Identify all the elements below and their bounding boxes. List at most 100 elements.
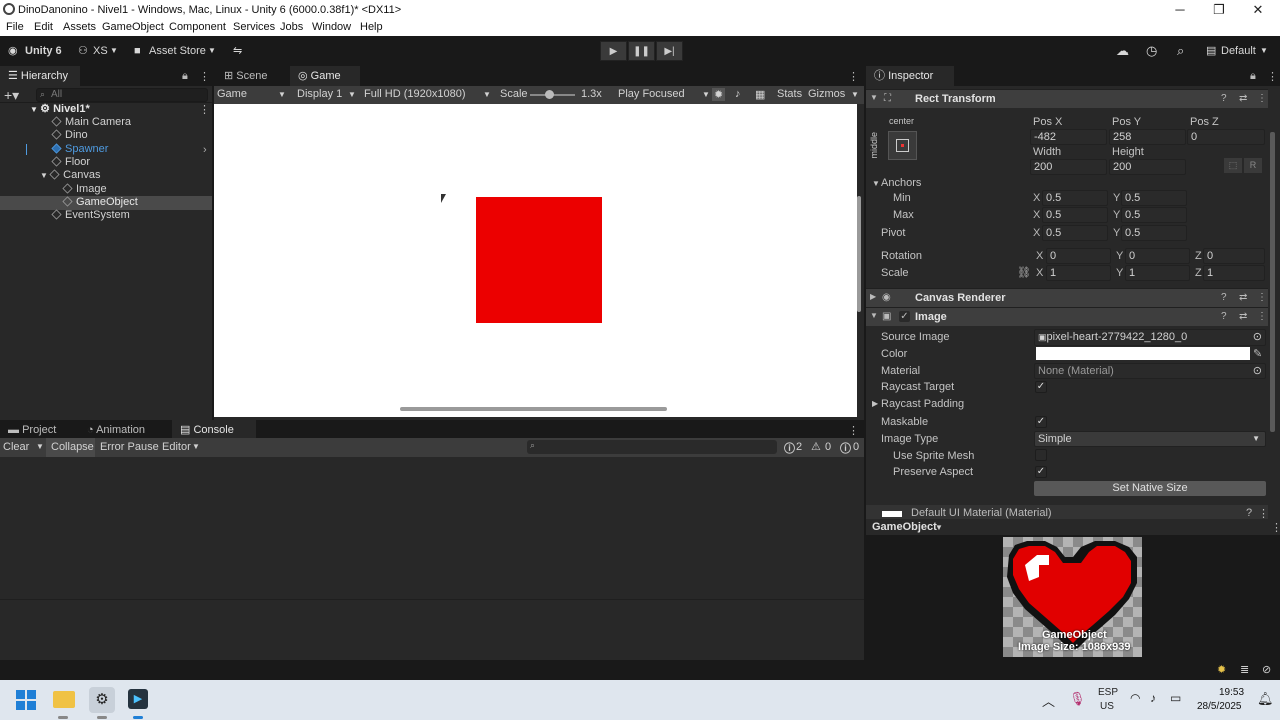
pos-x-field[interactable]: -482 bbox=[1030, 129, 1107, 145]
rotation-y-field[interactable]: 0 bbox=[1125, 248, 1190, 264]
chevron-right-icon[interactable]: › bbox=[203, 144, 207, 156]
anchor-min-x-field[interactable]: 0.5 bbox=[1042, 190, 1108, 206]
layout-dropdown[interactable]: Default bbox=[1221, 42, 1256, 60]
tab-inspector[interactable]: ⓘ Inspector bbox=[866, 66, 954, 86]
resolution-dropdown[interactable]: Full HD (1920x1080) bbox=[364, 88, 466, 100]
keyboard-layout-indicator[interactable]: US bbox=[1100, 701, 1114, 712]
chevron-up-icon[interactable]: ︿ bbox=[1042, 691, 1055, 710]
object-picker-icon[interactable]: ⊙ bbox=[1253, 364, 1262, 378]
close-button[interactable]: ✕ bbox=[1243, 2, 1273, 18]
info-count-toggle[interactable]: 2 bbox=[796, 441, 802, 453]
width-field[interactable]: 200 bbox=[1030, 159, 1107, 175]
lighting-icon[interactable]: ✹ bbox=[1217, 663, 1226, 676]
object-picker-icon[interactable]: ⊙ bbox=[1253, 330, 1262, 344]
raycast-target-checkbox[interactable]: ✓ bbox=[1035, 381, 1047, 393]
menu-gameobject[interactable]: GameObject bbox=[102, 21, 164, 33]
scale-y-field[interactable]: 1 bbox=[1125, 265, 1190, 281]
link-icon[interactable]: ⛓ bbox=[1017, 266, 1031, 279]
rotation-x-field[interactable]: 0 bbox=[1046, 248, 1111, 264]
kebab-menu-icon[interactable]: ⋮ bbox=[1257, 93, 1267, 104]
clear-button[interactable]: Clear bbox=[3, 441, 29, 453]
cache-server-icon[interactable]: ≣ bbox=[1240, 663, 1249, 676]
horizontal-scrollbar[interactable] bbox=[400, 407, 667, 411]
scale-z-field[interactable]: 1 bbox=[1203, 265, 1265, 281]
bug-icon[interactable]: ✹ bbox=[712, 88, 726, 101]
stats-button[interactable]: Stats bbox=[777, 88, 802, 100]
height-field[interactable]: 200 bbox=[1109, 159, 1186, 175]
play-focused-dropdown[interactable]: Play Focused bbox=[618, 88, 685, 100]
account-button[interactable]: XS bbox=[93, 42, 108, 60]
file-explorer-icon[interactable] bbox=[53, 691, 75, 708]
menu-edit[interactable]: Edit bbox=[34, 21, 53, 33]
game-mode-dropdown[interactable]: Game bbox=[217, 88, 247, 100]
presets-icon[interactable]: ⇄ bbox=[1239, 292, 1247, 303]
kebab-menu-icon[interactable]: ⋮ bbox=[199, 70, 210, 83]
inspector-scrollbar[interactable] bbox=[1270, 132, 1275, 432]
help-icon[interactable]: ? bbox=[1221, 93, 1227, 104]
check-circle-icon[interactable]: ⊘ bbox=[1262, 663, 1271, 676]
hierarchy-item-canvas[interactable]: ▼ Canvas bbox=[40, 169, 100, 182]
cloud-icon[interactable]: ☁ bbox=[1116, 42, 1129, 60]
use-sprite-mesh-checkbox[interactable] bbox=[1035, 449, 1047, 461]
source-image-field[interactable]: ▣pixel-heart-2779422_1280_0 ⊙ bbox=[1034, 329, 1266, 346]
rotation-z-field[interactable]: 0 bbox=[1203, 248, 1265, 264]
kebab-menu-icon[interactable]: ⋮ bbox=[1257, 311, 1267, 322]
tab-animation[interactable]: ◔ Animation bbox=[79, 420, 153, 440]
tab-console[interactable]: ▤ Console bbox=[172, 420, 256, 440]
unity-editor-taskbar-icon[interactable]: ▶ bbox=[128, 689, 148, 709]
clock-time[interactable]: 19:53 bbox=[1219, 687, 1244, 698]
tab-game[interactable]: ◎ Game bbox=[290, 66, 360, 86]
error-count-toggle[interactable]: 0 bbox=[853, 441, 859, 453]
vertical-scrollbar[interactable] bbox=[857, 196, 861, 312]
hierarchy-item-image[interactable]: Image bbox=[62, 183, 107, 196]
chevron-down-icon[interactable]: ▼ bbox=[872, 179, 880, 188]
hierarchy-item-scene[interactable]: ▼ ⚙ Nivel1* bbox=[30, 103, 90, 116]
console-splitter[interactable] bbox=[0, 599, 864, 600]
kebab-menu-icon[interactable]: ⋮ bbox=[1267, 70, 1278, 83]
pos-z-field[interactable]: 0 bbox=[1187, 129, 1265, 145]
hierarchy-search-input[interactable]: ⌕ All bbox=[36, 88, 208, 102]
menu-assets[interactable]: Assets bbox=[63, 21, 96, 33]
gizmos-button[interactable]: Gizmos bbox=[808, 88, 845, 100]
menu-component[interactable]: Component bbox=[169, 21, 226, 33]
kebab-menu-icon[interactable]: ⋮ bbox=[848, 70, 859, 83]
chevron-down-icon[interactable]: ▼ bbox=[36, 442, 44, 451]
mute-audio-icon[interactable]: ♪ bbox=[735, 88, 741, 100]
game-viewport[interactable] bbox=[214, 104, 857, 417]
play-button[interactable]: ▶ bbox=[600, 41, 627, 61]
display-dropdown[interactable]: Display 1 bbox=[297, 88, 342, 100]
anchor-max-y-field[interactable]: 0.5 bbox=[1121, 207, 1187, 223]
blueprint-mode-icon[interactable]: ⬚ bbox=[1224, 158, 1242, 173]
help-icon[interactable]: ? bbox=[1221, 311, 1227, 322]
language-indicator[interactable]: ESP bbox=[1098, 687, 1118, 698]
maximize-button[interactable]: ❐ bbox=[1204, 2, 1234, 18]
notification-bell-icon[interactable]: 🔔︎ bbox=[1257, 691, 1274, 707]
presets-icon[interactable]: ⇄ bbox=[1239, 311, 1247, 322]
hierarchy-item-main-camera[interactable]: Main Camera bbox=[51, 116, 131, 129]
pivot-y-field[interactable]: 0.5 bbox=[1121, 225, 1187, 241]
kebab-menu-icon[interactable]: ⋮ bbox=[848, 424, 859, 437]
tab-project[interactable]: ▬ Project bbox=[0, 420, 64, 440]
chevron-right-icon[interactable]: ▶ bbox=[872, 399, 878, 408]
version-control-icon[interactable]: ⇋ bbox=[233, 42, 242, 60]
hierarchy-item-dino[interactable]: Dino bbox=[51, 129, 88, 142]
minimize-button[interactable]: ─ bbox=[1165, 2, 1195, 17]
lock-icon[interactable]: 🔒︎ bbox=[1250, 70, 1256, 83]
tab-scene[interactable]: ⊞ Scene bbox=[216, 66, 275, 86]
material-field[interactable]: None (Material) ⊙ bbox=[1034, 363, 1266, 379]
raw-edit-button[interactable]: R bbox=[1244, 158, 1262, 173]
anchor-min-y-field[interactable]: 0.5 bbox=[1121, 190, 1187, 206]
menu-help[interactable]: Help bbox=[360, 21, 383, 33]
kebab-menu-icon[interactable]: ⋮ bbox=[199, 103, 210, 116]
collapse-toggle[interactable]: Collapse bbox=[46, 438, 95, 457]
keyboard-icon[interactable]: ▦ bbox=[755, 88, 765, 101]
microphone-icon[interactable]: 🎙︎ bbox=[1069, 691, 1086, 707]
presets-icon[interactable]: ⇄ bbox=[1239, 93, 1247, 104]
windows-start-icon[interactable] bbox=[16, 690, 36, 710]
asset-store-button[interactable]: Asset Store bbox=[149, 42, 206, 60]
anchor-preset-button[interactable] bbox=[888, 131, 917, 160]
anchor-max-x-field[interactable]: 0.5 bbox=[1042, 207, 1108, 223]
help-icon[interactable]: ? bbox=[1246, 507, 1252, 519]
material-section-header[interactable]: Default UI Material (Material) ? ⋮ bbox=[866, 505, 1268, 519]
maskable-checkbox[interactable]: ✓ bbox=[1035, 416, 1047, 428]
